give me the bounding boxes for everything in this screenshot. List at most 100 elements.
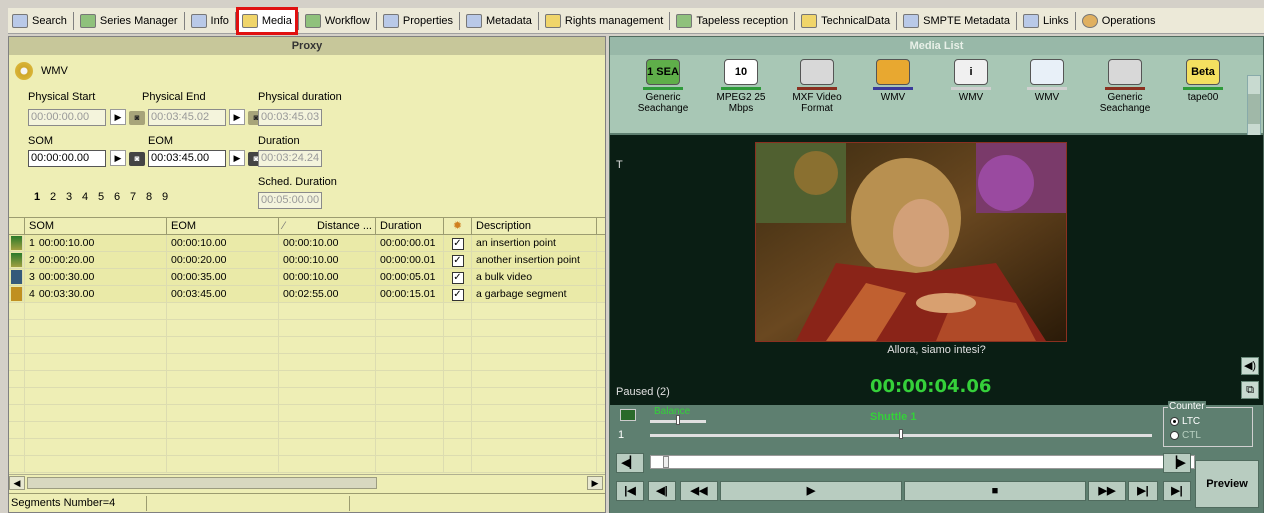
window-icon[interactable]: ⧉	[1241, 381, 1259, 399]
row-checkbox[interactable]: ✓	[451, 289, 464, 301]
stop-button[interactable]: ■	[904, 481, 1086, 501]
counter-ltc-radio[interactable]: LTC	[1170, 416, 1200, 427]
page-8[interactable]: 8	[141, 191, 157, 203]
media-item[interactable]: 1 SEA Generic Seachange	[628, 59, 698, 114]
description-cell: a garbage segment	[472, 286, 597, 302]
play-icon[interactable]: ▶	[110, 109, 126, 125]
tab-label: Workflow	[324, 14, 370, 27]
empty-cell	[167, 422, 279, 438]
tab-rights-management[interactable]: Rights management	[541, 10, 667, 32]
camera-icon[interactable]: ◙	[129, 152, 145, 166]
row-checkbox[interactable]: ✓	[451, 255, 464, 267]
row-checkbox[interactable]: ✓	[451, 238, 464, 250]
media-item[interactable]: WMV	[858, 59, 928, 103]
media-item[interactable]: i WMV	[936, 59, 1006, 103]
tab-properties[interactable]: Properties	[379, 10, 457, 32]
empty-row	[9, 337, 605, 354]
table-row[interactable]: 3 00:00:30.00 00:00:35.00 00:00:10.00 00:00:…	[9, 269, 605, 286]
som-field[interactable]: 00:00:00.00	[28, 150, 106, 167]
page-1[interactable]: 1	[29, 191, 45, 203]
empty-cell	[167, 405, 279, 421]
previous-icon[interactable]: ◀|	[648, 481, 676, 501]
media-item[interactable]: 10 MPEG2 25 Mbps	[706, 59, 776, 114]
tab-search[interactable]: Search	[8, 10, 71, 32]
tab-media[interactable]: Media	[235, 6, 298, 35]
tab-divider	[1074, 11, 1076, 30]
physical-start-field[interactable]: 00:00:00.00	[28, 109, 106, 126]
eom-field[interactable]: 00:03:45.00	[148, 150, 226, 167]
page-5[interactable]: 5	[93, 191, 109, 203]
row-number: 1	[29, 237, 35, 249]
tab-label: Rights management	[564, 14, 664, 27]
tab-workflow[interactable]: Workflow	[301, 10, 374, 32]
media-item[interactable]: Beta tape00	[1168, 59, 1238, 103]
som-value: 00:00:20.00	[38, 254, 95, 266]
step-forward-icon[interactable]: ▕▶	[1163, 453, 1191, 473]
volume-icon[interactable]: ◀)	[1241, 357, 1259, 375]
balance-knob[interactable]	[676, 415, 680, 425]
page-3[interactable]: 3	[61, 191, 77, 203]
row-checkbox[interactable]: ✓	[451, 272, 464, 284]
scroll-left-icon[interactable]: ◀	[9, 476, 25, 490]
page-6[interactable]: 6	[109, 191, 125, 203]
camera-icon[interactable]: ◙	[129, 111, 145, 125]
media-status-bar	[1183, 87, 1223, 90]
empty-cell	[279, 422, 376, 438]
counter-ctl-radio[interactable]: CTL	[1170, 430, 1201, 441]
video-player[interactable]: T Allora, siamo intesi? ◀) ⧉ Paused (2) …	[610, 135, 1263, 405]
counter-label: Counter	[1168, 401, 1206, 412]
tab-metadata[interactable]: Metadata	[462, 10, 536, 32]
sched-duration-field[interactable]: 00:05:00.00	[258, 192, 322, 209]
page-2[interactable]: 2	[45, 191, 61, 203]
row-icon-cell	[9, 286, 25, 302]
tab-smpte-metadata[interactable]: SMPTE Metadata	[899, 10, 1014, 32]
go-to-end-icon[interactable]: ▶|	[1163, 481, 1191, 501]
page-7[interactable]: 7	[125, 191, 141, 203]
grid-header-som[interactable]: SOM	[25, 218, 167, 234]
shuttle-knob[interactable]	[899, 429, 903, 439]
tab-operations[interactable]: Operations	[1078, 10, 1160, 32]
page-4[interactable]: 4	[77, 191, 93, 203]
table-row[interactable]: 4 00:03:30.00 00:03:45.00 00:02:55.00 00:00:…	[9, 286, 605, 303]
timeline-scrollbar[interactable]	[650, 455, 1195, 469]
tab-label: Properties	[402, 14, 454, 27]
empty-cell	[25, 405, 167, 421]
go-to-start-icon[interactable]: |◀	[616, 481, 644, 501]
grid-header-duration[interactable]: Duration	[376, 218, 444, 234]
tab-label: Series Manager	[99, 14, 178, 27]
grid-header-distance[interactable]: ⁄ Distance ...	[279, 218, 376, 234]
grid-header-description[interactable]: Description	[472, 218, 597, 234]
grid-header-distance-label: Distance ...	[316, 220, 372, 232]
tab-info[interactable]: Info	[187, 10, 233, 32]
scroll-thumb[interactable]	[1248, 94, 1260, 124]
grid-header-status[interactable]: ✹	[444, 218, 472, 234]
table-row[interactable]: 1 00:00:10.00 00:00:10.00 00:00:10.00 00:00:…	[9, 235, 605, 252]
preview-button[interactable]: Preview	[1195, 460, 1259, 508]
next-icon[interactable]: ▶|	[1128, 481, 1158, 501]
media-item[interactable]: Generic Seachange	[1090, 59, 1160, 114]
media-item[interactable]: MXF Video Format	[782, 59, 852, 114]
play-icon[interactable]: ▶	[110, 150, 126, 166]
media-status-bar	[643, 87, 683, 90]
fast-forward-icon[interactable]: ▶▶	[1088, 481, 1126, 501]
scroll-right-icon[interactable]: ▶	[587, 476, 603, 490]
table-row[interactable]: 2 00:00:20.00 00:00:20.00 00:00:10.00 00:00:…	[9, 252, 605, 269]
horizontal-scrollbar[interactable]: ◀ ▶	[9, 474, 605, 491]
play-icon[interactable]: ▶	[229, 150, 245, 166]
physical-end-field[interactable]: 00:03:45.02	[148, 109, 226, 126]
rewind-icon[interactable]: ◀◀	[680, 481, 718, 501]
grid-header-eom[interactable]: EOM	[167, 218, 279, 234]
page-9[interactable]: 9	[157, 191, 173, 203]
play-button[interactable]: ▶	[720, 481, 902, 501]
step-back-icon[interactable]: ◀▏	[616, 453, 644, 473]
segments-count: Segments Number=4	[11, 497, 116, 509]
tab-series-manager[interactable]: Series Manager	[76, 10, 182, 32]
scroll-thumb[interactable]	[27, 477, 377, 489]
tab-tapeless-reception[interactable]: Tapeless reception	[672, 10, 792, 32]
tab-links[interactable]: Links	[1019, 10, 1073, 32]
timeline-thumb[interactable]	[663, 456, 669, 468]
play-icon[interactable]: ▶	[229, 109, 245, 125]
empty-cell	[25, 439, 167, 455]
media-item[interactable]: WMV	[1012, 59, 1082, 103]
tab-technicaldata[interactable]: TechnicalData	[797, 10, 894, 32]
